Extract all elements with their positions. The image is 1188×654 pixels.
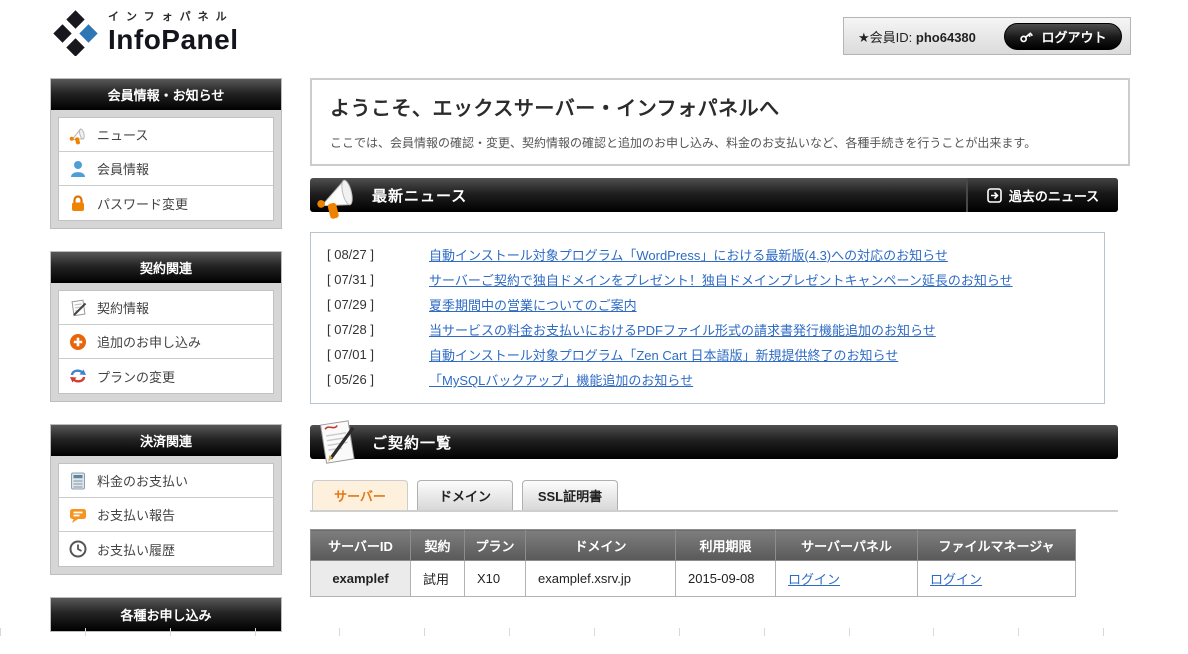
contracts-section-header: ご契約一覧: [310, 425, 1118, 459]
sidebar-section-member-info: 会員情報・お知らせ ニュース: [50, 78, 282, 229]
boxed-arrow-icon: [987, 188, 1002, 203]
key-icon: [1019, 29, 1034, 44]
sidebar-item-plan-change[interactable]: プランの変更: [59, 359, 273, 393]
news-link[interactable]: 当サービスの料金お支払いにおけるPDFファイル形式の請求書発行機能追加のお知らせ: [429, 320, 936, 339]
logo-diamonds-icon: [52, 10, 98, 56]
member-id: ★会員ID: pho64380: [858, 27, 976, 46]
news-link[interactable]: 自動インストール対象プログラム「WordPress」における最新版(4.3)への…: [429, 245, 948, 264]
sidebar-item-password-change[interactable]: パスワード変更: [59, 186, 273, 220]
sidebar-item-payment-history[interactable]: お支払い履歴: [59, 532, 273, 566]
news-item: [ 05/26 ] 「MySQLバックアップ」機能追加のお知らせ: [327, 367, 1088, 392]
logo-kana: インフォパネル: [108, 8, 239, 24]
user-icon: [68, 159, 88, 179]
news-link[interactable]: 「MySQLバックアップ」機能追加のお知らせ: [429, 370, 693, 389]
sidebar: 会員情報・お知らせ ニュース: [50, 78, 282, 654]
contract-tabs: サーバー ドメイン SSL証明書: [310, 480, 1118, 512]
welcome-box: ようこそ、エックスサーバー・インフォパネルへ ここでは、会員情報の確認・変更、契…: [310, 78, 1130, 166]
sidebar-item-label: パスワード変更: [97, 194, 188, 213]
sidebar-item-label: 追加のお申し込み: [97, 332, 201, 351]
sidebar-item-label: お支払い報告: [97, 505, 175, 524]
tab-domain[interactable]: ドメイン: [417, 480, 513, 510]
calculator-icon: [68, 471, 88, 491]
sidebar-item-additional-application[interactable]: 追加のお申し込み: [59, 325, 273, 359]
megaphone-large-icon: [312, 171, 362, 221]
notepad-pen-icon: [312, 418, 362, 468]
footer-table-edge: [0, 628, 1188, 636]
news-item: [ 07/28 ] 当サービスの料金お支払いにおけるPDFファイル形式の請求書発…: [327, 317, 1088, 342]
sidebar-section-payment: 決済関連 料金のお支払い: [50, 424, 282, 575]
contract-icon: [68, 298, 88, 318]
swap-arrows-icon: [68, 366, 88, 386]
cell-contract: 試用: [411, 561, 465, 597]
news-item: [ 08/27 ] 自動インストール対象プログラム「WordPress」における…: [327, 242, 1088, 267]
logout-label: ログアウト: [1041, 27, 1106, 46]
cell-expiry: 2015-09-08: [676, 561, 776, 597]
news-item: [ 07/29 ] 夏季期間中の営業についてのご案内: [327, 292, 1088, 317]
member-id-value: pho64380: [916, 30, 976, 45]
past-news-button[interactable]: 過去のニュース: [966, 178, 1118, 212]
news-list: [ 08/27 ] 自動インストール対象プログラム「WordPress」における…: [310, 232, 1105, 404]
page-description: ここでは、会員情報の確認・変更、契約情報の確認と追加のお申し込み、料金のお支払い…: [330, 134, 1110, 151]
sidebar-item-member-info[interactable]: 会員情報: [59, 152, 273, 186]
sidebar-section-title: 決済関連: [51, 425, 281, 456]
server-panel-login-link[interactable]: ログイン: [788, 572, 840, 587]
past-news-label: 過去のニュース: [1009, 186, 1099, 205]
plus-circle-icon: [68, 332, 88, 352]
sidebar-section-title: 契約関連: [51, 252, 281, 283]
sidebar-section-title: 会員情報・お知らせ: [51, 79, 281, 110]
logo-name: InfoPanel: [108, 26, 239, 54]
logout-button[interactable]: ログアウト: [1004, 23, 1122, 50]
column-header-plan: プラン: [465, 530, 526, 561]
sidebar-item-label: プランの変更: [97, 367, 175, 386]
server-contract-table: サーバーID 契約 プラン ドメイン 利用期限 サーバーパネル ファイルマネージ…: [310, 529, 1076, 597]
sidebar-item-label: お支払い履歴: [97, 540, 175, 559]
column-header-expiry: 利用期限: [676, 530, 776, 561]
page-title: ようこそ、エックスサーバー・インフォパネルへ: [330, 92, 1110, 121]
news-link[interactable]: 夏季期間中の営業についてのご案内: [429, 295, 637, 314]
column-header-domain: ドメイン: [526, 530, 676, 561]
news-date: [ 07/29 ]: [327, 297, 401, 312]
news-item: [ 07/31 ] サーバーご契約で独自ドメインをプレゼント！独自ドメインプレゼ…: [327, 267, 1088, 292]
sidebar-item-fee-payment[interactable]: 料金のお支払い: [59, 464, 273, 498]
cell-plan: X10: [465, 561, 526, 597]
chat-bubble-icon: [68, 505, 88, 525]
sidebar-item-label: 料金のお支払い: [97, 471, 188, 490]
sidebar-section-contract: 契約関連 契約情報: [50, 251, 282, 402]
news-item: [ 07/01 ] 自動インストール対象プログラム「Zen Cart 日本語版」…: [327, 342, 1088, 367]
news-date: [ 05/26 ]: [327, 372, 401, 387]
sidebar-item-payment-report[interactable]: お支払い報告: [59, 498, 273, 532]
news-section-header: 最新ニュース 過去のニュース: [310, 178, 1118, 212]
news-date: [ 07/01 ]: [327, 347, 401, 362]
tab-server[interactable]: サーバー: [312, 480, 408, 510]
megaphone-icon: [68, 125, 88, 145]
column-header-file-manager: ファイルマネージャ: [918, 530, 1076, 561]
sidebar-item-label: 契約情報: [97, 298, 149, 317]
news-date: [ 07/28 ]: [327, 322, 401, 337]
clock-icon: [68, 539, 88, 559]
member-bar: ★会員ID: pho64380 ログアウト: [843, 17, 1131, 55]
tab-ssl-certificate[interactable]: SSL証明書: [522, 480, 618, 510]
sidebar-item-news[interactable]: ニュース: [59, 118, 273, 152]
news-date: [ 08/27 ]: [327, 247, 401, 262]
main-content: ようこそ、エックスサーバー・インフォパネルへ ここでは、会員情報の確認・変更、契…: [310, 78, 1130, 597]
sidebar-item-label: 会員情報: [97, 159, 149, 178]
column-header-contract: 契約: [411, 530, 465, 561]
infopanel-logo[interactable]: インフォパネル InfoPanel: [52, 8, 239, 56]
news-link[interactable]: サーバーご契約で独自ドメインをプレゼント！独自ドメインプレゼントキャンペーン延長…: [429, 270, 1013, 289]
news-date: [ 07/31 ]: [327, 272, 401, 287]
sidebar-item-contract-info[interactable]: 契約情報: [59, 291, 273, 325]
sidebar-section-title: 各種お申し込み: [51, 598, 281, 631]
table-row: examplef 試用 X10 examplef.xsrv.jp 2015-09…: [311, 561, 1076, 597]
column-header-server-panel: サーバーパネル: [776, 530, 918, 561]
file-manager-login-link[interactable]: ログイン: [930, 572, 982, 587]
cell-server-id: examplef: [311, 561, 411, 597]
sidebar-section-applications[interactable]: 各種お申し込み: [50, 597, 282, 632]
news-link[interactable]: 自動インストール対象プログラム「Zen Cart 日本語版」新規提供終了のお知ら…: [429, 345, 898, 364]
lock-icon: [68, 193, 88, 213]
column-header-server-id: サーバーID: [311, 530, 411, 561]
sidebar-item-label: ニュース: [97, 125, 148, 144]
cell-domain: examplef.xsrv.jp: [526, 561, 676, 597]
